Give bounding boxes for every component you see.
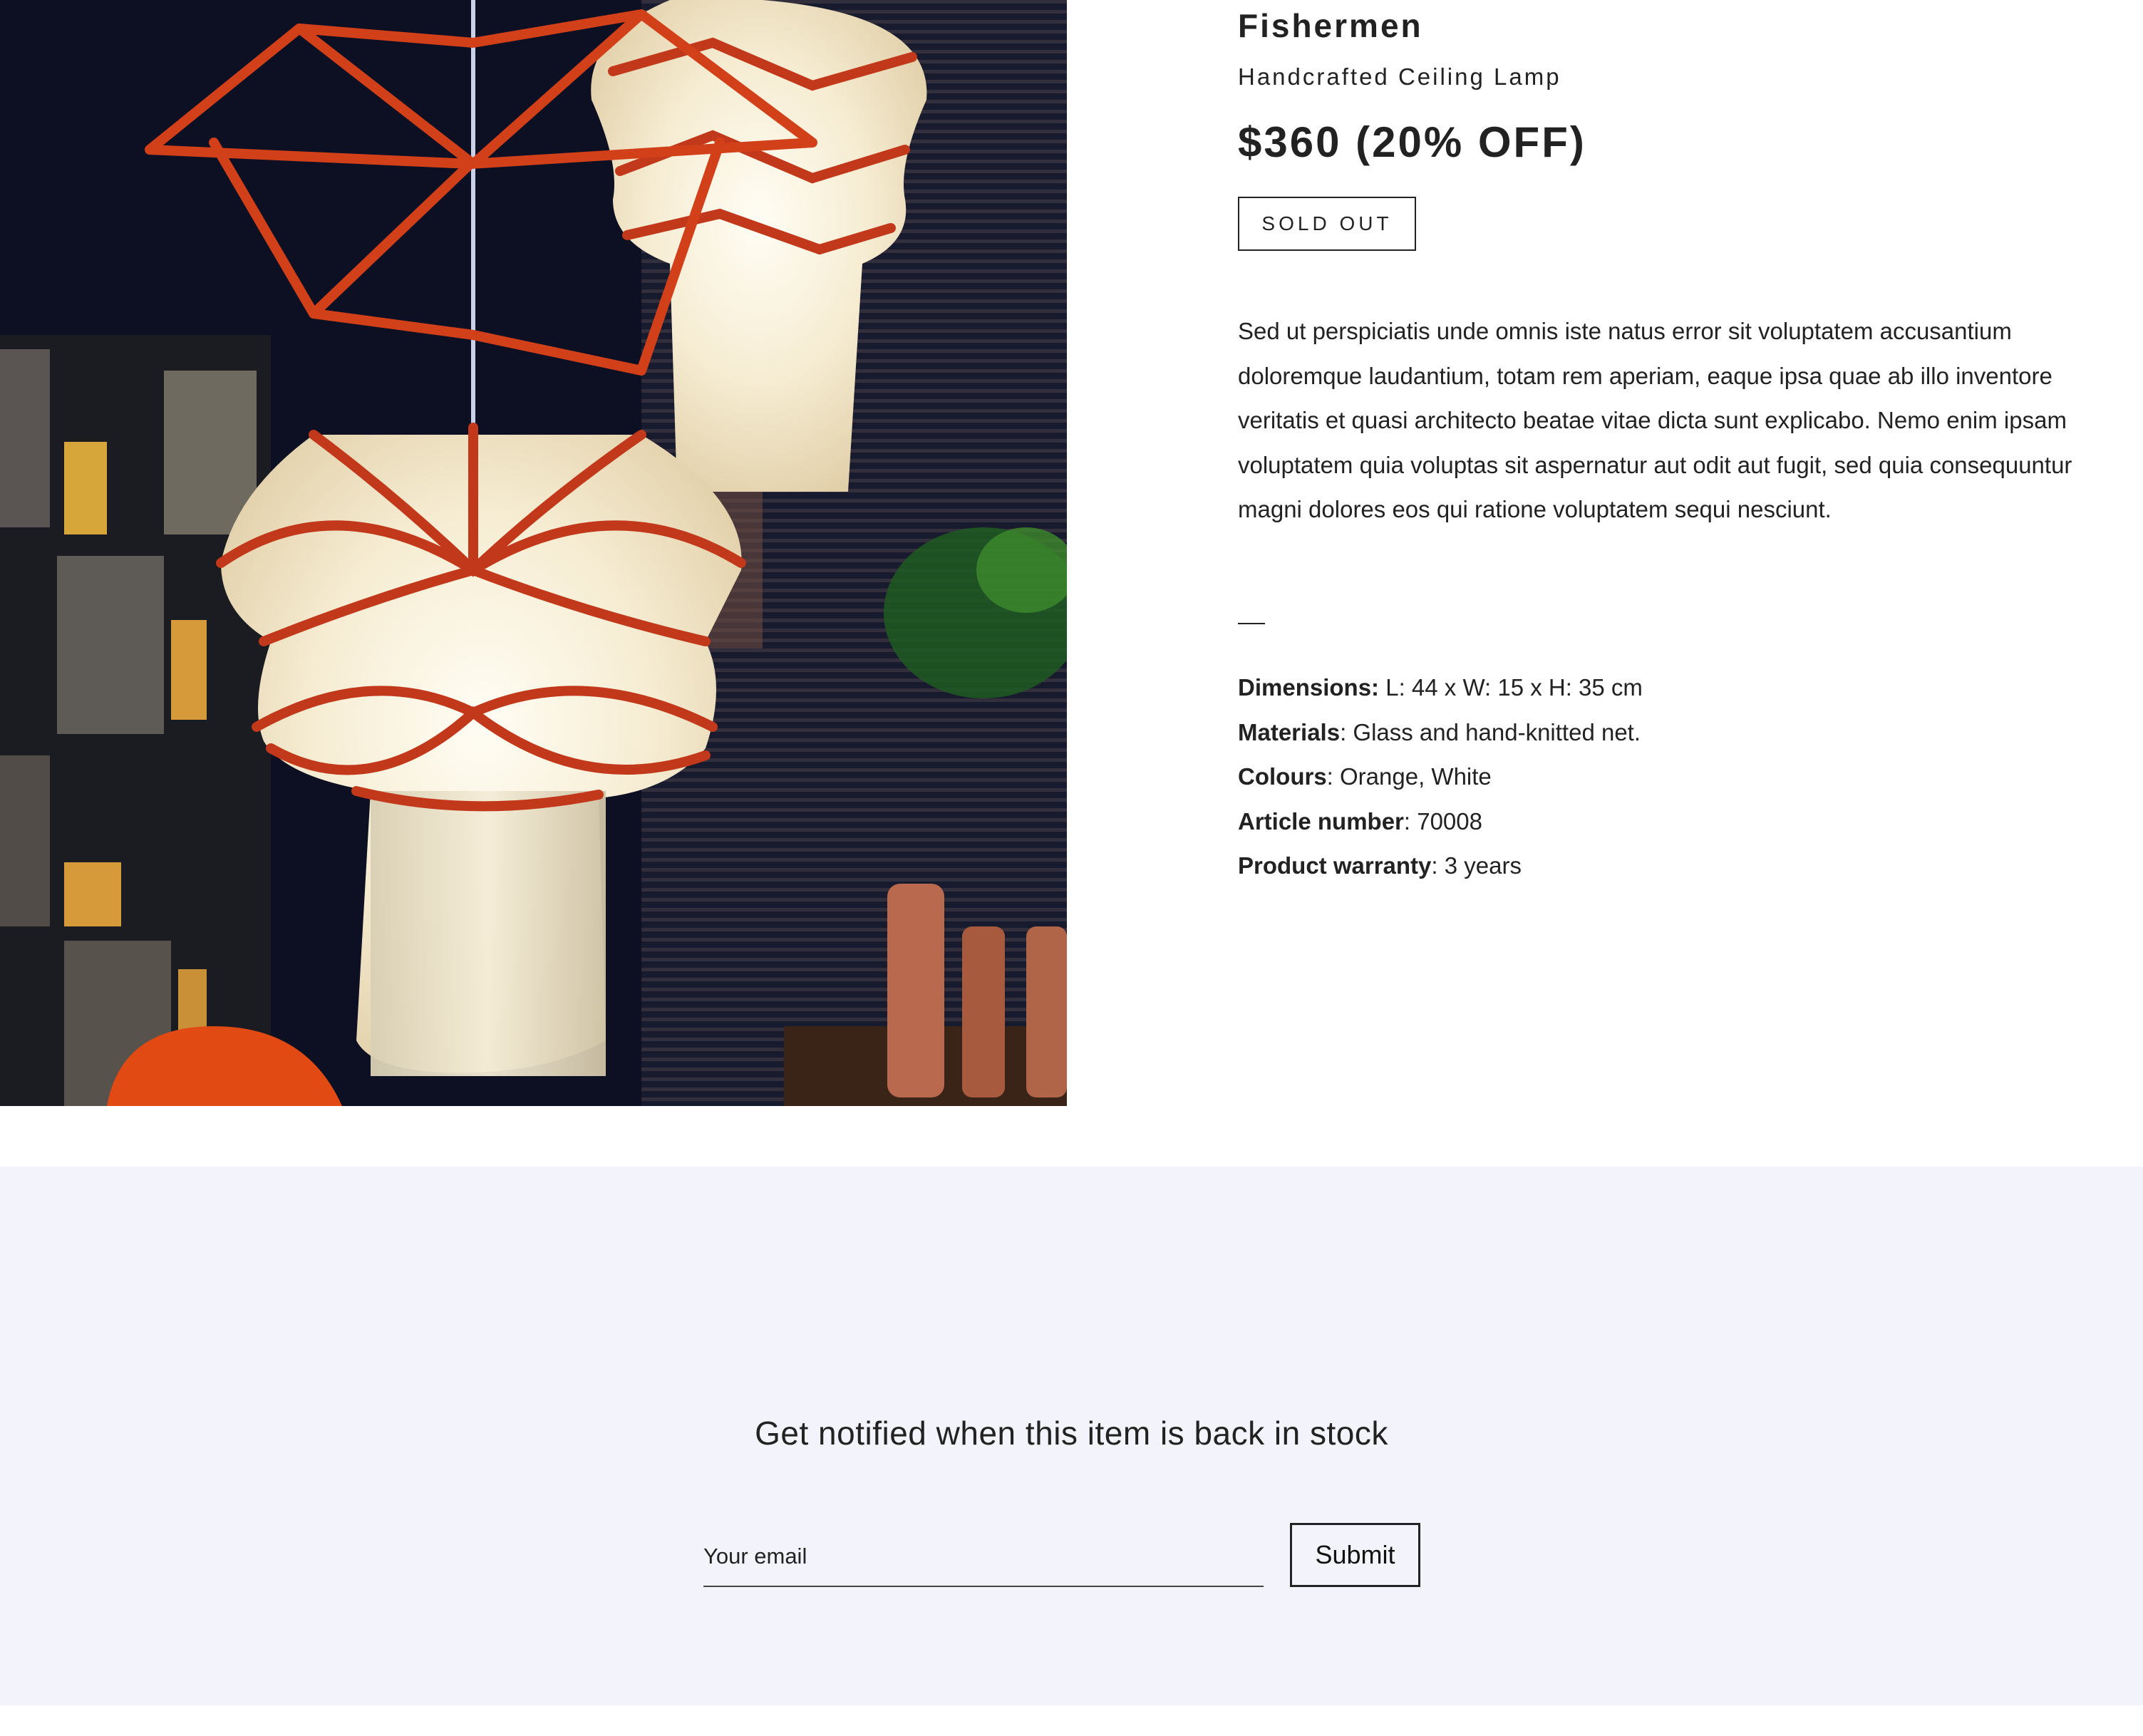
spec-label: Dimensions: <box>1238 674 1380 701</box>
spec-label: Colours <box>1238 763 1327 790</box>
submit-button[interactable]: Submit <box>1290 1523 1420 1587</box>
product-title: Fishermen <box>1238 7 1423 44</box>
product-image <box>0 0 1067 1106</box>
product-subtitle: Handcrafted Ceiling Lamp <box>1238 63 1561 90</box>
spec-dimensions: Dimensions: L: 44 x W: 15 x H: 35 cm <box>1238 666 1643 711</box>
spec-label: Product warranty <box>1238 852 1432 879</box>
spec-value: : Glass and hand-knitted net. <box>1340 718 1641 745</box>
spec-article-number: Article number: 70008 <box>1238 800 1643 844</box>
back-in-stock-section: Get notified when this item is back in s… <box>0 1167 2143 1705</box>
product-specs: Dimensions: L: 44 x W: 15 x H: 35 cm Mat… <box>1238 666 1643 889</box>
spec-materials: Materials: Glass and hand-knitted net. <box>1238 711 1643 755</box>
spec-label: Article number <box>1238 807 1404 835</box>
spec-value: : 3 years <box>1431 852 1522 879</box>
email-input[interactable] <box>703 1527 1264 1587</box>
spec-value: : 70008 <box>1403 807 1482 835</box>
spec-colours: Colours: Orange, White <box>1238 755 1643 800</box>
spec-warranty: Product warranty: 3 years <box>1238 844 1643 889</box>
spec-label: Materials <box>1238 718 1341 745</box>
product-price: $360 (20% OFF) <box>1238 118 1586 166</box>
spec-value: L: 44 x W: 15 x H: 35 cm <box>1379 674 1643 701</box>
section-divider <box>1238 623 1265 624</box>
product-description: Sed ut perspiciatis unde omnis iste natu… <box>1238 318 2072 522</box>
product-image-illustration <box>0 0 1067 1106</box>
notify-heading: Get notified when this item is back in s… <box>755 1415 1388 1452</box>
spec-value: : Orange, White <box>1326 763 1492 790</box>
sold-out-button[interactable]: SOLD OUT <box>1238 197 1416 251</box>
